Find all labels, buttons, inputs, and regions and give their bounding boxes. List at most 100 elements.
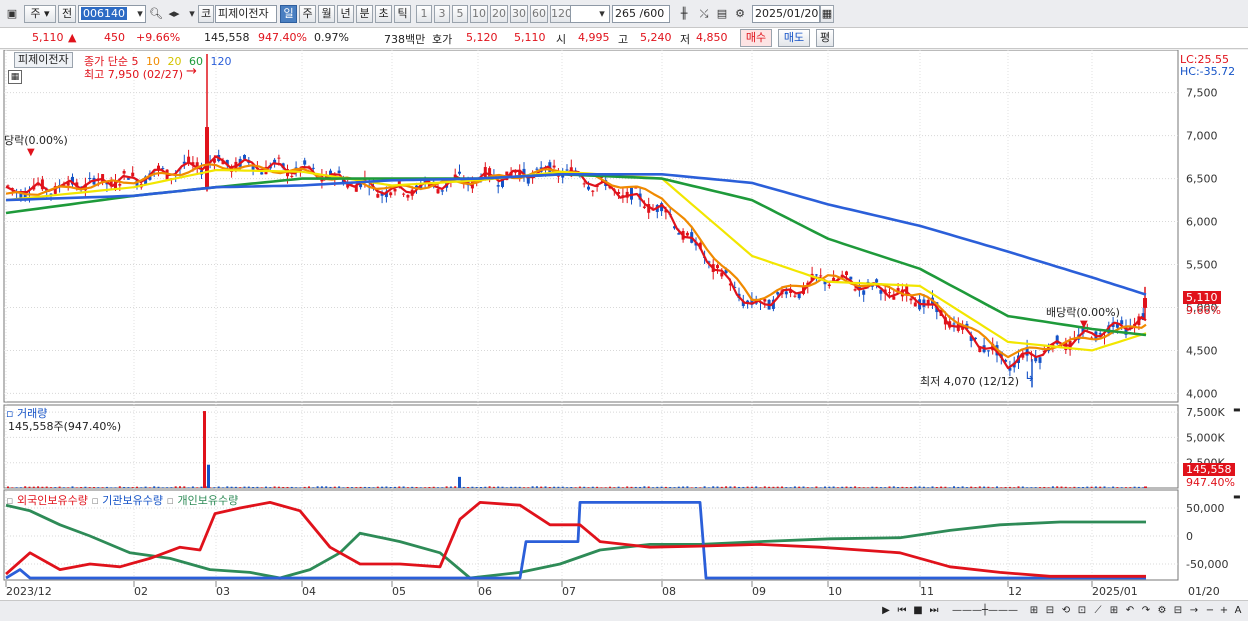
sell-button[interactable]: 매도 xyxy=(778,29,810,47)
search-icon[interactable]: 🔍︎ xyxy=(148,6,164,22)
interval-button-60[interactable]: 60 xyxy=(530,5,548,23)
period-button-5[interactable]: 초 xyxy=(375,5,392,23)
candle-body xyxy=(440,190,444,192)
candle-body xyxy=(582,183,586,185)
rewind-icon[interactable]: ⏮ xyxy=(894,603,910,619)
volume-bar xyxy=(587,487,590,488)
x-tick-label: 11 xyxy=(920,585,934,598)
volume-bar xyxy=(806,487,809,488)
date-input[interactable]: 2025/01/20 xyxy=(752,5,820,23)
interval-button-20[interactable]: 20 xyxy=(490,5,508,23)
volume-bar xyxy=(1120,487,1123,488)
current-price-tag: 5,110 xyxy=(1183,291,1221,304)
settings-icon[interactable]: ⚙ xyxy=(1154,603,1170,619)
prev-button[interactable]: 전 xyxy=(58,5,76,23)
period-button-0[interactable]: 일 xyxy=(280,5,297,23)
up-arrow-icon: ▲ xyxy=(68,31,77,44)
volume-bar xyxy=(888,486,891,488)
low-price: 4,850 xyxy=(696,31,728,44)
interval-button-120[interactable]: 120 xyxy=(550,5,572,23)
period-button-1[interactable]: 주 xyxy=(299,5,316,23)
candle-body xyxy=(814,274,818,276)
eval-button[interactable]: 평 xyxy=(816,29,834,47)
play-icon[interactable]: ▶ xyxy=(878,603,894,619)
volume-bar xyxy=(750,486,753,488)
panel-close-icon-2[interactable]: ▬ xyxy=(1233,492,1241,501)
candle-type-icon[interactable]: ╫ xyxy=(676,6,692,22)
volume-bar xyxy=(187,487,190,488)
candle-body xyxy=(853,289,857,291)
volume-bar xyxy=(415,486,418,488)
chart-area[interactable]: 7,500 7,000 6,500 6,000 5,500 5,000 4,500 4,000… xyxy=(0,49,1248,600)
volume-bar xyxy=(712,486,715,488)
volume-bar xyxy=(385,486,388,488)
period-button-3[interactable]: 년 xyxy=(337,5,354,23)
volume-bar xyxy=(247,486,250,488)
panel-close-icon[interactable]: ▬ xyxy=(1233,405,1241,414)
volume-bar xyxy=(535,486,538,488)
volume-bar xyxy=(213,487,216,488)
volume-bar xyxy=(174,486,177,488)
volume-bar xyxy=(544,486,547,488)
volume-bar xyxy=(931,486,934,488)
interval-dropdown-icon[interactable]: ▾ xyxy=(594,6,610,22)
save-icon[interactable]: ▤ xyxy=(714,6,730,22)
reset-icon[interactable]: ⟲ xyxy=(1058,603,1074,619)
crosshair-icon[interactable]: ⊡ xyxy=(1074,603,1090,619)
interval-button-30[interactable]: 30 xyxy=(510,5,528,23)
period-button-6[interactable]: 틱 xyxy=(394,5,411,23)
line-tool-icon[interactable]: ⟋ xyxy=(1090,603,1106,619)
volume-bar xyxy=(84,486,87,488)
volume-bar xyxy=(1142,487,1145,488)
stock-name-label: 피제이전자 xyxy=(14,52,73,68)
table-toggle-icon[interactable]: ▦ xyxy=(8,70,22,84)
zoom-out-icon[interactable]: ⊟ xyxy=(1042,603,1058,619)
text-size-icon[interactable]: A xyxy=(1230,603,1246,619)
volume-bar xyxy=(1086,486,1089,488)
candle-body xyxy=(845,271,848,276)
gear-icon[interactable]: ⚙ xyxy=(732,6,748,22)
volume-bar xyxy=(566,487,568,488)
volume-bar xyxy=(1013,487,1016,488)
volume-bar xyxy=(867,487,869,488)
price-tick-label: 7,000 xyxy=(1186,130,1218,143)
layout-icon[interactable]: ⊟ xyxy=(1170,603,1186,619)
period-button-2[interactable]: 월 xyxy=(318,5,335,23)
stop-icon[interactable]: ■ xyxy=(910,603,926,619)
volume-bar xyxy=(101,487,104,488)
volume-bar xyxy=(303,486,306,488)
chart-type-icon[interactable]: ⊞ xyxy=(1106,603,1122,619)
window-menu-icon[interactable]: ▣ xyxy=(4,6,20,22)
volume-bar xyxy=(1060,486,1063,488)
volume-bar xyxy=(282,486,285,488)
volume-bar xyxy=(1107,487,1110,488)
fast-forward-icon[interactable]: ⏭ xyxy=(926,603,942,619)
candle-body xyxy=(952,323,956,325)
volume-bar xyxy=(131,487,134,488)
sound-icon[interactable]: ◂▸ xyxy=(166,6,182,22)
count-field[interactable]: 265 /600 xyxy=(612,5,670,23)
interval-button-3[interactable]: 3 xyxy=(434,5,450,23)
ma-line-120 xyxy=(5,173,1147,296)
calendar-button[interactable]: ▦ xyxy=(820,5,834,23)
volume-bar xyxy=(394,486,396,488)
market-select[interactable]: 주 ▾ xyxy=(24,5,56,23)
redo-icon[interactable]: ↷ xyxy=(1138,603,1154,619)
volume-value: 145,558 xyxy=(204,31,250,44)
down-triangle-icon-2: ▼ xyxy=(1080,319,1088,330)
interval-button-10[interactable]: 10 xyxy=(470,5,488,23)
undo-icon[interactable]: ↶ xyxy=(1122,603,1138,619)
interval-button-1[interactable]: 1 xyxy=(416,5,432,23)
drawing-tool-icon[interactable]: ⤯ xyxy=(696,6,712,22)
dropdown-arrow-icon[interactable]: ▾ xyxy=(132,6,148,22)
candle-body xyxy=(126,178,130,180)
buy-button[interactable]: 매수 xyxy=(740,29,772,47)
candle-body xyxy=(793,295,797,297)
zoom-in-icon[interactable]: ⊞ xyxy=(1026,603,1042,619)
zoom-slider[interactable]: ———┼——— xyxy=(950,603,1020,619)
candle-body xyxy=(986,350,990,352)
interval-button-5[interactable]: 5 xyxy=(452,5,468,23)
volume-bar xyxy=(656,486,659,488)
scroll-right-icon[interactable]: → xyxy=(1186,603,1202,619)
period-button-4[interactable]: 분 xyxy=(356,5,373,23)
